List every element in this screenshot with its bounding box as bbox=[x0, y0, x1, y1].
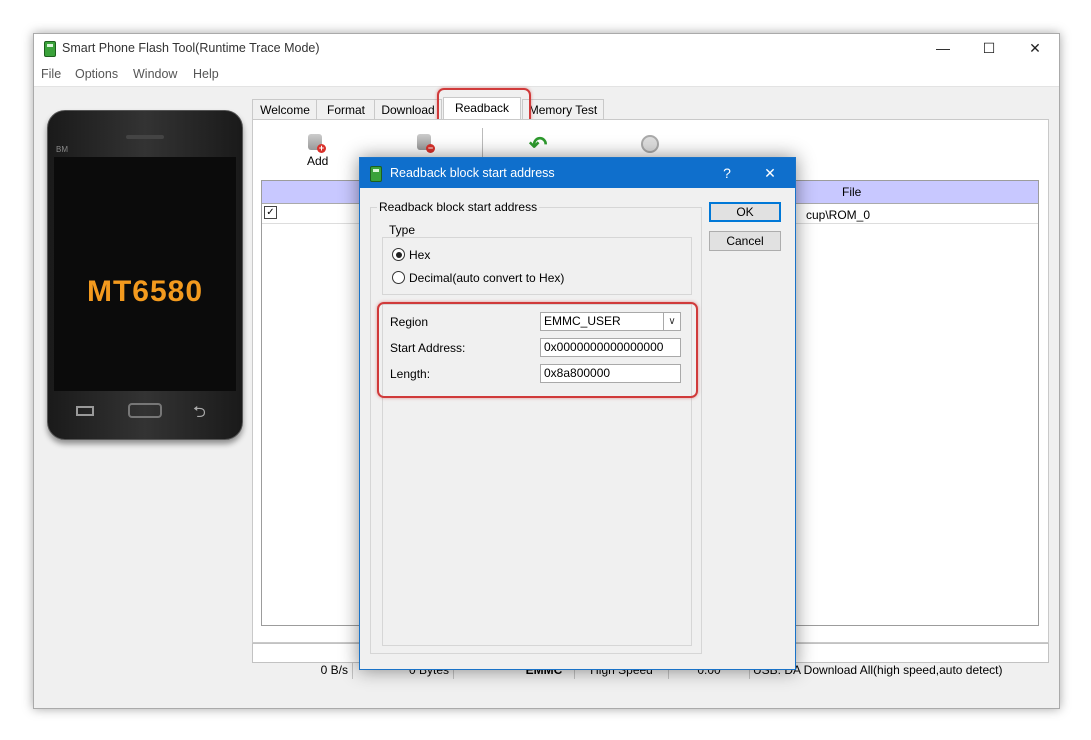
length-label: Length: bbox=[390, 367, 431, 381]
back-key-icon: ⮌ bbox=[193, 404, 206, 421]
row-checkbox[interactable]: ✓ bbox=[264, 206, 277, 219]
menu-file[interactable]: File bbox=[41, 67, 61, 81]
phone-image: BM MT6580 ⮌ bbox=[47, 110, 243, 440]
dialog-app-icon bbox=[370, 166, 382, 182]
length-input[interactable]: 0x8a800000 bbox=[540, 364, 681, 383]
readback-address-group-label: Readback block start address bbox=[377, 200, 540, 214]
chevron-down-icon[interactable]: ∨ bbox=[663, 313, 680, 330]
tab-memory-test[interactable]: Memory Test bbox=[522, 99, 604, 120]
hex-radio[interactable] bbox=[392, 248, 405, 261]
phone-speaker bbox=[126, 135, 164, 139]
decimal-label[interactable]: Decimal(auto convert to Hex) bbox=[409, 271, 564, 285]
menu-bar: File Options Window Help bbox=[34, 64, 1059, 87]
region-select[interactable]: EMMC_USER ∨ bbox=[540, 312, 681, 331]
add-button[interactable]: + Add bbox=[303, 134, 343, 168]
app-icon bbox=[44, 41, 56, 57]
window-title: Smart Phone Flash Tool(Runtime Trace Mod… bbox=[62, 41, 320, 55]
readback-dialog: Readback block start address ? ✕ Readbac… bbox=[359, 157, 796, 670]
start-address-input[interactable]: 0x0000000000000000 bbox=[540, 338, 681, 357]
hex-label[interactable]: Hex bbox=[409, 248, 430, 262]
dialog-help-button[interactable]: ? bbox=[712, 158, 742, 188]
menu-window[interactable]: Window bbox=[133, 67, 177, 81]
minimize-button[interactable]: — bbox=[920, 34, 966, 64]
type-group bbox=[382, 237, 692, 295]
decimal-radio[interactable] bbox=[392, 271, 405, 284]
add-badge-icon: + bbox=[317, 143, 326, 153]
cancel-button[interactable]: Cancel bbox=[709, 231, 781, 251]
region-label: Region bbox=[390, 315, 429, 329]
tab-welcome[interactable]: Welcome bbox=[252, 99, 318, 120]
dialog-title-bar[interactable]: Readback block start address ? ✕ bbox=[360, 158, 795, 188]
menu-help[interactable]: Help bbox=[193, 67, 219, 81]
home-key-icon bbox=[128, 403, 162, 418]
tab-download[interactable]: Download bbox=[374, 99, 442, 120]
chip-label: MT6580 bbox=[86, 275, 204, 308]
close-button[interactable]: ✕ bbox=[1012, 34, 1058, 64]
dialog-title: Readback block start address bbox=[390, 166, 555, 180]
phone-screen: MT6580 bbox=[54, 157, 236, 391]
remove-button[interactable]: − bbox=[415, 134, 443, 156]
start-address-label: Start Address: bbox=[390, 341, 466, 355]
maximize-button[interactable]: ☐ bbox=[966, 34, 1012, 64]
type-group-label: Type bbox=[387, 223, 418, 237]
menu-options[interactable]: Options bbox=[75, 67, 118, 81]
add-label: Add bbox=[307, 154, 329, 168]
region-value: EMMC_USER bbox=[544, 314, 621, 328]
tab-format[interactable]: Format bbox=[316, 99, 376, 120]
status-speed: 0 B/s bbox=[252, 663, 353, 679]
title-bar[interactable]: Smart Phone Flash Tool(Runtime Trace Mod… bbox=[34, 34, 1059, 64]
menu-key-icon bbox=[76, 406, 94, 416]
row-file: cup\ROM_0 bbox=[806, 208, 871, 222]
column-file: File bbox=[842, 185, 862, 199]
remove-badge-icon: − bbox=[426, 143, 435, 153]
stop-icon[interactable] bbox=[641, 135, 659, 153]
readback-icon[interactable]: ↶ bbox=[529, 132, 547, 158]
dialog-close-button[interactable]: ✕ bbox=[755, 158, 785, 188]
ok-button[interactable]: OK bbox=[709, 202, 781, 222]
phone-brand: BM bbox=[56, 145, 68, 154]
